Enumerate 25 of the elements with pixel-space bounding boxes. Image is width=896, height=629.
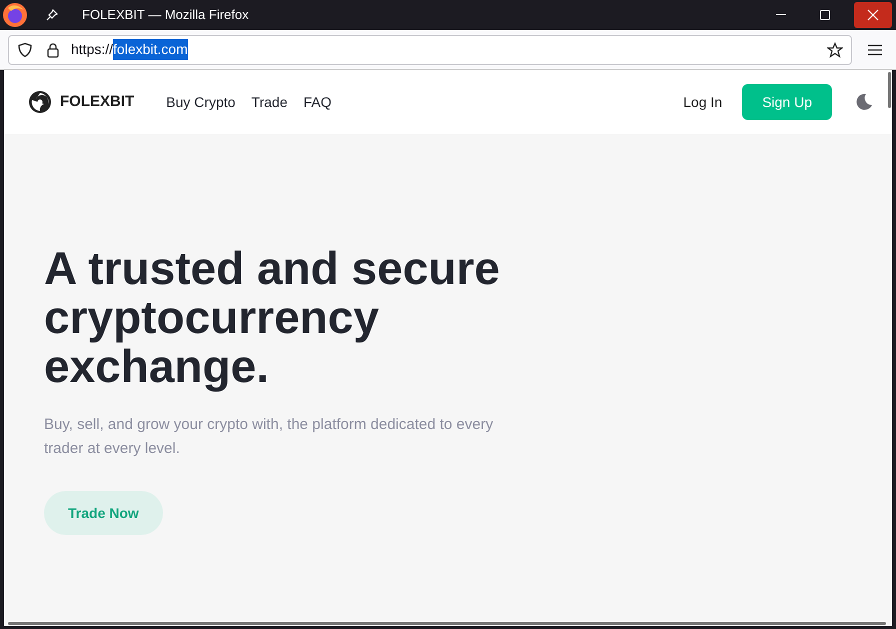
menu-icon[interactable] [868,44,882,56]
star-icon[interactable] [827,42,843,58]
close-icon [867,9,879,21]
scrollbar-thumb[interactable] [8,622,886,625]
nav-link[interactable]: Buy Crypto [166,92,236,112]
login-link[interactable]: Log In [683,92,722,112]
address-bar[interactable]: https://folexbit.com [8,34,852,64]
hero-subtitle: Buy, sell, and grow your crypto with, the platform dedicated to every trader at every level. [44,415,494,459]
lock-icon[interactable] [46,42,60,58]
brand-name[interactable]: FOLEXBIT [60,90,134,114]
close-button[interactable] [854,2,892,28]
window-title: FOLEXBIT — Mozilla Firefox [82,6,249,24]
scrollbar-thumb[interactable] [888,72,891,108]
brand-logo-icon [28,90,52,114]
shield-icon[interactable] [17,42,33,58]
maximize-icon[interactable] [820,10,830,20]
minimize-icon[interactable] [776,14,786,16]
pin-icon[interactable] [46,9,58,21]
moon-icon[interactable] [854,92,874,112]
nav-link[interactable]: Trade [251,92,288,112]
browser-logo-icon[interactable] [2,2,28,28]
nav-link[interactable]: FAQ [303,92,332,112]
hero-headline: A trusted and secure cryptocurrency exchange. [44,244,501,391]
url-text: https:// [71,40,114,59]
url-host-text: folexbit.com [113,39,188,60]
